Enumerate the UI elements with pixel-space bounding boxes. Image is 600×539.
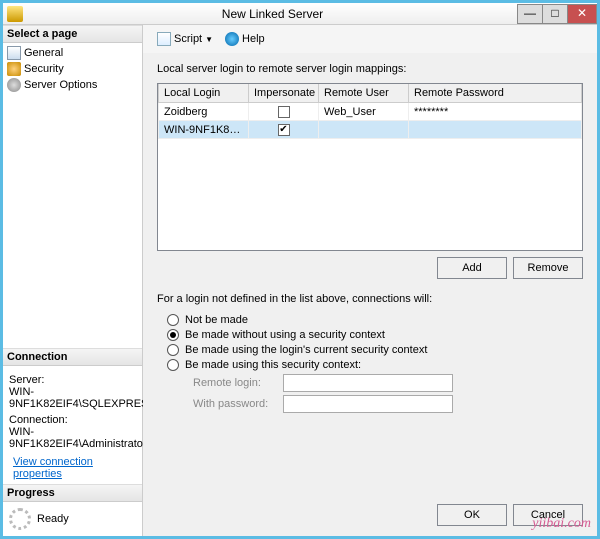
remove-button[interactable]: Remove	[513, 257, 583, 279]
select-page-header: Select a page	[3, 25, 142, 43]
connection-label: Connection:	[9, 414, 136, 426]
titlebar[interactable]: New Linked Server — □ ✕	[3, 3, 597, 25]
radio-icon[interactable]	[167, 314, 179, 326]
server-value: WIN-9NF1K82EIF4\SQLEXPRES	[9, 386, 136, 410]
cell-impersonate[interactable]: ✔	[249, 121, 319, 139]
cell-impersonate[interactable]	[249, 103, 319, 121]
radio-login-security-context[interactable]: Be made using the login's current securi…	[167, 344, 583, 356]
chevron-down-icon: ▼	[205, 35, 213, 44]
table-row[interactable]: Zoidberg Web_User ********	[159, 103, 582, 121]
sidebar: Select a page General Security Server Op…	[3, 25, 143, 536]
checkbox-icon[interactable]: ✔	[278, 124, 290, 136]
col-remote-user[interactable]: Remote User	[319, 84, 409, 103]
table-row[interactable]: WIN-9NF1K82EIF4... ✔	[159, 121, 582, 139]
toolbar: Script ▼ Help	[143, 25, 597, 53]
page-server-options[interactable]: Server Options	[3, 77, 142, 93]
connection-header: Connection	[3, 348, 142, 366]
cell-remote-password[interactable]: ********	[409, 103, 582, 121]
progress-spinner-icon	[9, 508, 31, 530]
radio-icon[interactable]	[167, 344, 179, 356]
login-mappings-grid[interactable]: Local Login Impersonate Remote User Remo…	[157, 83, 583, 251]
radio-icon[interactable]	[167, 329, 179, 341]
help-button[interactable]: Help	[219, 30, 271, 48]
page-general[interactable]: General	[3, 45, 142, 61]
mappings-caption: Local server login to remote server logi…	[157, 63, 583, 75]
cell-local-login[interactable]: Zoidberg	[159, 103, 249, 121]
radio-not-be-made[interactable]: Not be made	[167, 314, 583, 326]
help-icon	[225, 32, 239, 46]
page-security[interactable]: Security	[3, 61, 142, 77]
progress-header: Progress	[3, 484, 142, 502]
col-remote-password[interactable]: Remote Password	[409, 84, 582, 103]
radio-this-security-context[interactable]: Be made using this security context:	[167, 359, 583, 371]
cell-remote-user[interactable]	[319, 121, 409, 139]
page-label: General	[24, 47, 63, 59]
remote-login-input[interactable]	[283, 374, 453, 392]
page-icon	[7, 62, 21, 76]
app-icon	[7, 6, 23, 22]
undefined-login-caption: For a login not defined in the list abov…	[157, 293, 583, 305]
cancel-button[interactable]: Cancel	[513, 504, 583, 526]
col-impersonate[interactable]: Impersonate	[249, 84, 319, 103]
server-label: Server:	[9, 374, 136, 386]
checkbox-icon[interactable]	[278, 106, 290, 118]
remote-login-label: Remote login:	[193, 377, 283, 389]
with-password-input[interactable]	[283, 395, 453, 413]
ok-button[interactable]: OK	[437, 504, 507, 526]
page-label: Security	[24, 63, 64, 75]
script-button[interactable]: Script ▼	[151, 30, 219, 48]
dialog-window: New Linked Server — □ ✕ Select a page Ge…	[2, 2, 598, 537]
page-icon	[7, 78, 21, 92]
cell-remote-password[interactable]	[409, 121, 582, 139]
cell-remote-user[interactable]: Web_User	[319, 103, 409, 121]
radio-icon[interactable]	[167, 359, 179, 371]
page-label: Server Options	[24, 79, 97, 91]
script-icon	[157, 32, 171, 46]
connection-value: WIN-9NF1K82EIF4\Administrator	[9, 426, 136, 450]
page-icon	[7, 46, 21, 60]
add-button[interactable]: Add	[437, 257, 507, 279]
col-local-login[interactable]: Local Login	[159, 84, 249, 103]
radio-no-security-context[interactable]: Be made without using a security context	[167, 329, 583, 341]
cell-local-login[interactable]: WIN-9NF1K82EIF4...	[159, 121, 249, 139]
view-connection-properties-link[interactable]: View connection properties	[9, 456, 136, 480]
with-password-label: With password:	[193, 398, 283, 410]
maximize-button[interactable]: □	[542, 4, 568, 24]
main-panel: Script ▼ Help Local server login to remo…	[143, 25, 597, 536]
window-title: New Linked Server	[27, 7, 518, 21]
minimize-button[interactable]: —	[517, 4, 543, 24]
progress-status: Ready	[37, 513, 69, 525]
close-button[interactable]: ✕	[567, 4, 597, 24]
connection-mode-group: Not be made Be made without using a secu…	[157, 311, 583, 416]
